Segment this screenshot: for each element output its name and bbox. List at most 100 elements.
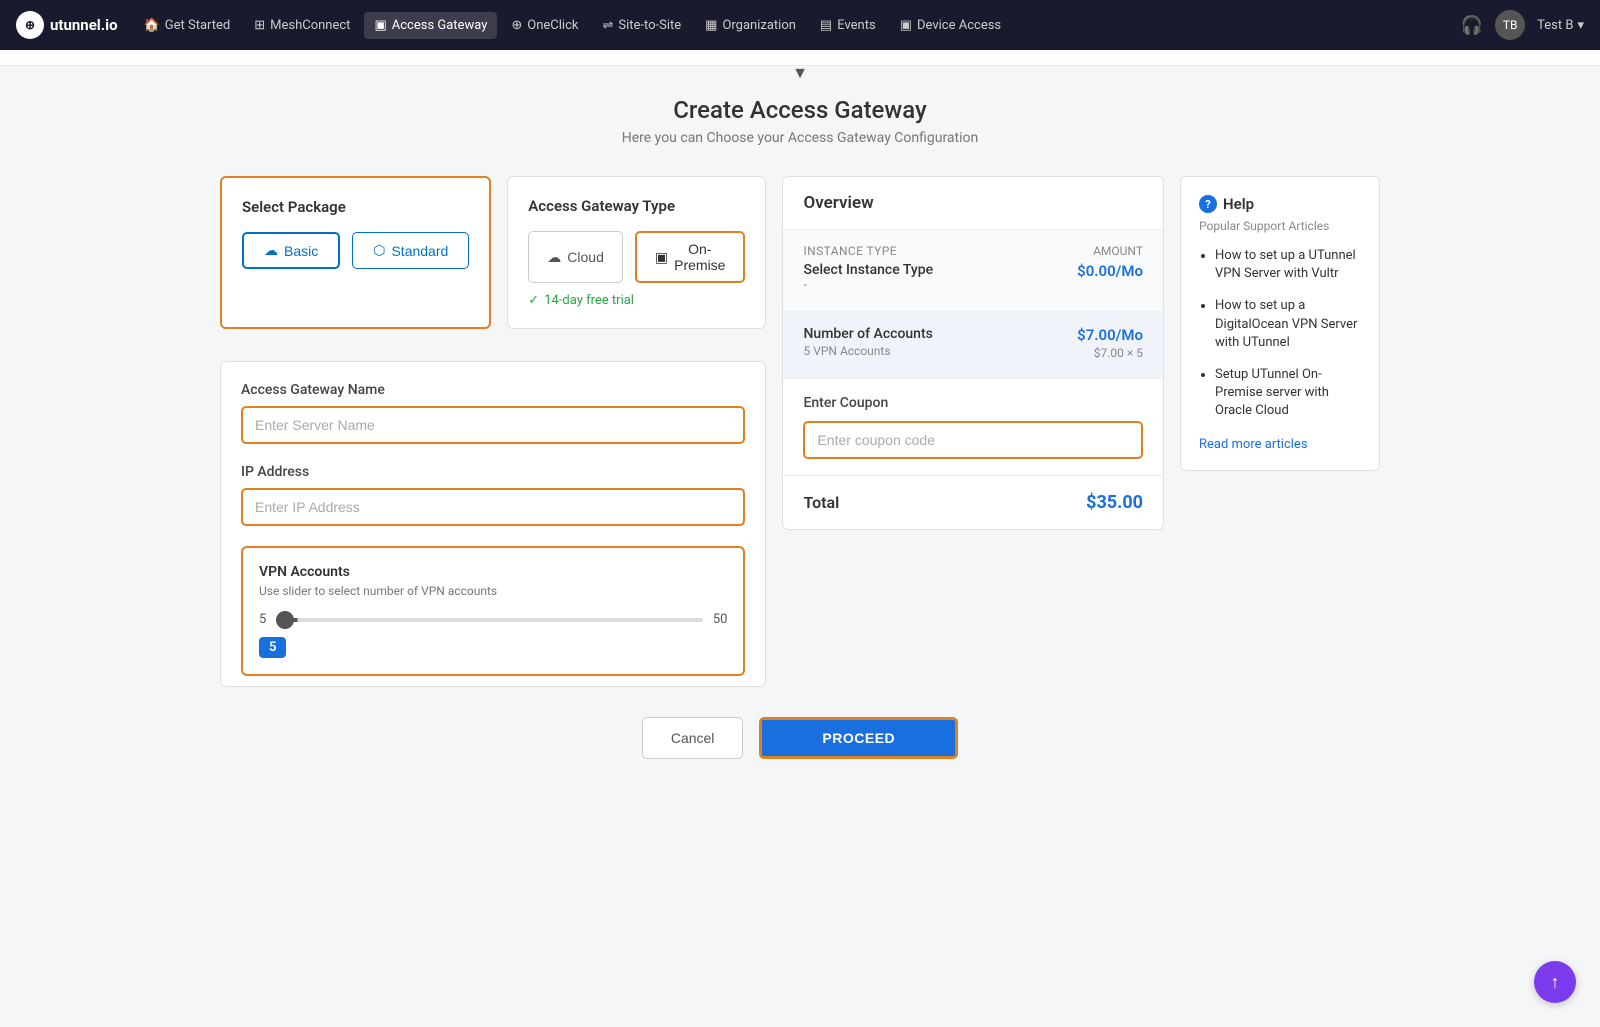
vpn-slider[interactable] — [276, 618, 703, 622]
vpn-accounts-card: VPN Accounts Use slider to select number… — [241, 546, 745, 676]
nav-item-access-gateway[interactable]: ▣ Access Gateway — [364, 12, 497, 39]
instance-type-value-row: Select Instance Type - $0.00/Mo — [803, 262, 1143, 293]
vpn-count-badge: 5 — [259, 637, 286, 658]
logo[interactable]: ⊕ utunnel.io — [16, 11, 118, 39]
nav-item-oneclick[interactable]: ⊕ OneClick — [501, 12, 588, 39]
help-article-2[interactable]: How to set up a DigitalOcean VPN Server … — [1215, 297, 1361, 352]
accounts-label: Number of Accounts — [803, 326, 932, 342]
help-title: ? Help — [1199, 195, 1361, 213]
nav-item-events[interactable]: ▤ Events — [810, 12, 886, 39]
instance-type-section: Instance Type AMOUNT Select Instance Typ… — [783, 230, 1163, 312]
nav-item-device-access[interactable]: ▣ Device Access — [890, 12, 1011, 39]
standard-button[interactable]: ⬡ Standard — [352, 232, 469, 269]
top-section: Select Package ☁ Basic ⬡ Standard — [220, 176, 766, 329]
ip-address-input[interactable] — [241, 488, 745, 526]
coupon-input[interactable] — [803, 421, 1143, 459]
user-menu[interactable]: Test B ▾ — [1537, 18, 1584, 33]
gateway-name-input[interactable] — [241, 406, 745, 444]
scroll-to-top-button[interactable]: ↑ — [1534, 961, 1576, 1003]
select-package-title: Select Package — [242, 198, 469, 216]
standard-icon: ⬡ — [373, 242, 385, 259]
accounts-right: $7.00/Mo $7.00 × 5 — [1077, 326, 1143, 360]
read-more-link[interactable]: Read more articles — [1199, 437, 1308, 452]
slider-row: 5 50 — [259, 612, 727, 627]
vpn-title: VPN Accounts — [259, 564, 727, 580]
accounts-left: Number of Accounts 5 VPN Accounts — [803, 326, 932, 358]
instance-price: $0.00/Mo — [1077, 262, 1143, 280]
instance-type-header-row: Instance Type AMOUNT — [803, 244, 1143, 258]
total-label: Total — [803, 493, 839, 512]
nav-item-organization[interactable]: ▦ Organization — [695, 12, 806, 39]
cloud-button[interactable]: ☁ Cloud — [528, 231, 623, 283]
footer-actions: Cancel PROCEED — [220, 687, 1380, 779]
proceed-button[interactable]: PROCEED — [759, 717, 958, 759]
support-icon[interactable]: 🎧 — [1461, 15, 1483, 36]
accounts-section: Number of Accounts 5 VPN Accounts $7.00/… — [783, 312, 1163, 379]
coupon-label: Enter Coupon — [803, 395, 1143, 411]
right-column: Overview Instance Type AMOUNT Select Ins… — [782, 176, 1164, 530]
avatar: TB — [1495, 10, 1525, 40]
meshconnect-icon: ⊞ — [254, 18, 265, 33]
organization-icon: ▦ — [705, 18, 717, 33]
help-icon: ? — [1199, 195, 1217, 213]
left-column: Select Package ☁ Basic ⬡ Standard — [220, 176, 766, 687]
nav-item-meshconnect[interactable]: ⊞ MeshConnect — [244, 12, 360, 39]
help-popular-label: Popular Support Articles — [1199, 219, 1361, 233]
gateway-type-title: Access Gateway Type — [528, 197, 745, 215]
overview-header: Overview — [783, 177, 1163, 230]
accounts-value-row: Number of Accounts 5 VPN Accounts $7.00/… — [803, 326, 1143, 360]
instance-dash: - — [803, 278, 933, 293]
chevron-down-icon: ▾ — [1577, 18, 1584, 33]
page-wrapper: Create Access Gateway Here you can Choos… — [200, 66, 1400, 799]
config-area: Access Gateway Name IP Address VPN Accou… — [220, 361, 766, 687]
select-package-card: Select Package ☁ Basic ⬡ Standard — [220, 176, 491, 329]
site-to-site-icon: ⇌ — [602, 18, 613, 33]
ip-address-label: IP Address — [241, 464, 745, 480]
basic-button[interactable]: ☁ Basic — [242, 232, 340, 269]
vpn-subtitle: Use slider to select number of VPN accou… — [259, 584, 727, 598]
ip-address-group: IP Address — [241, 464, 745, 526]
accounts-sub: $7.00 × 5 — [1077, 346, 1143, 360]
events-icon: ▤ — [820, 18, 832, 33]
amount-col-label: AMOUNT — [1093, 244, 1143, 258]
scroll-up-icon: ↑ — [1551, 972, 1560, 993]
logo-text: utunnel.io — [50, 16, 118, 34]
navbar: ⊕ utunnel.io 🏠 Get Started ⊞ MeshConnect… — [0, 0, 1600, 50]
nav-item-site-to-site[interactable]: ⇌ Site-to-Site — [592, 12, 691, 39]
help-article-1[interactable]: How to set up a UTunnel VPN Server with … — [1215, 247, 1361, 283]
page-subtitle: Here you can Choose your Access Gateway … — [220, 130, 1380, 146]
main-layout: Select Package ☁ Basic ⬡ Standard — [220, 176, 1380, 687]
accounts-price: $7.00/Mo — [1077, 326, 1143, 344]
package-buttons: ☁ Basic ⬡ Standard — [242, 232, 469, 269]
free-trial-badge: ✓ 14-day free trial — [528, 293, 745, 308]
coupon-section: Enter Coupon — [783, 379, 1163, 475]
accounts-desc: 5 VPN Accounts — [803, 344, 932, 358]
nav-right: 🎧 TB Test B ▾ — [1461, 10, 1584, 40]
help-articles-list: How to set up a UTunnel VPN Server with … — [1199, 247, 1361, 421]
total-section: Total $35.00 — [783, 475, 1163, 529]
select-instance-label: Select Instance Type — [803, 262, 933, 278]
gateway-type-card: Access Gateway Type ☁ Cloud ▣ On-Premise… — [507, 176, 766, 329]
page-step-indicator — [0, 50, 1600, 66]
page-title: Create Access Gateway — [220, 96, 1380, 124]
help-panel: ? Help Popular Support Articles How to s… — [1180, 176, 1380, 471]
gateway-name-group: Access Gateway Name — [241, 382, 745, 444]
cloud-icon: ☁ — [547, 249, 561, 266]
instance-type-col-label: Instance Type — [803, 244, 896, 258]
logo-icon: ⊕ — [16, 11, 44, 39]
on-premise-button[interactable]: ▣ On-Premise — [635, 231, 746, 283]
check-icon: ✓ — [528, 293, 539, 308]
instance-type-left: Select Instance Type - — [803, 262, 933, 293]
home-icon: 🏠 — [144, 18, 160, 33]
slider-min: 5 — [259, 612, 266, 627]
oneclick-icon: ⊕ — [511, 18, 522, 33]
basic-icon: ☁ — [264, 242, 278, 259]
overview-card: Overview Instance Type AMOUNT Select Ins… — [782, 176, 1164, 530]
nav-item-get-started[interactable]: 🏠 Get Started — [134, 12, 241, 39]
slider-max: 50 — [713, 612, 728, 627]
access-gateway-icon: ▣ — [374, 18, 386, 33]
on-premise-icon: ▣ — [655, 249, 668, 266]
gateway-name-label: Access Gateway Name — [241, 382, 745, 398]
cancel-button[interactable]: Cancel — [642, 717, 744, 759]
help-article-3[interactable]: Setup UTunnel On-Premise server with Ora… — [1215, 366, 1361, 421]
